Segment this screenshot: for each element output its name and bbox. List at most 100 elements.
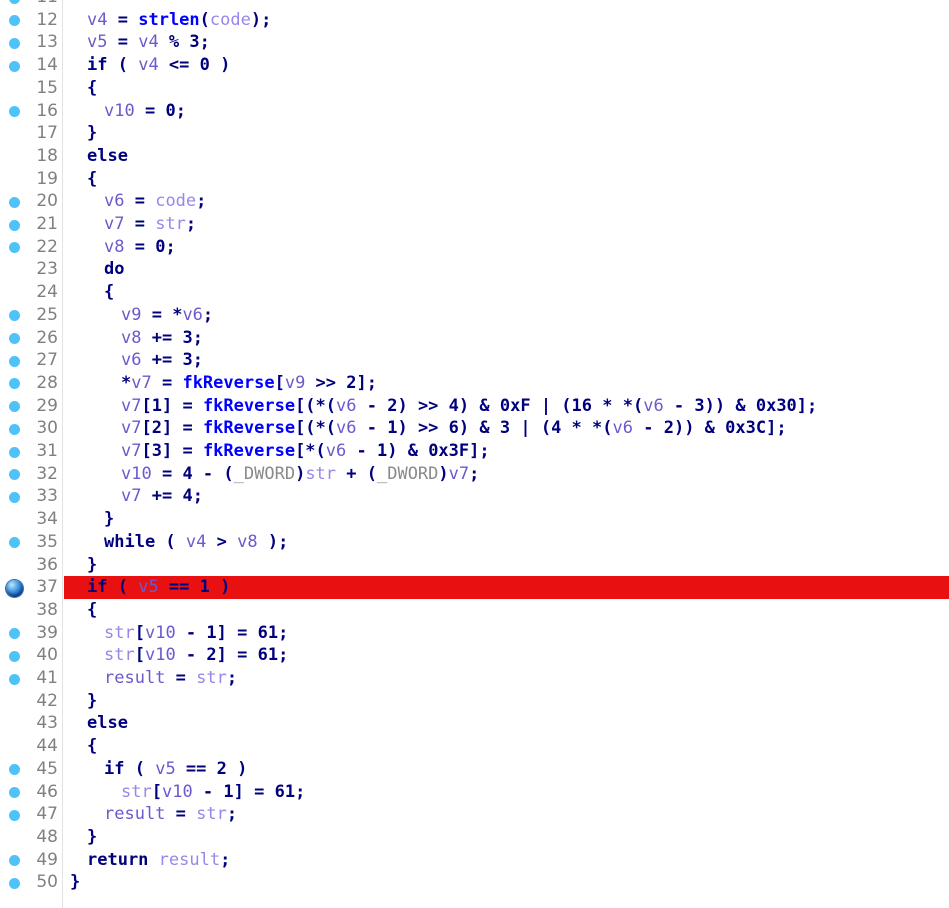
code-text[interactable]: else	[87, 712, 128, 735]
breakpoint-dot-icon[interactable]	[9, 537, 20, 549]
breakpoint-dot-icon[interactable]	[9, 219, 20, 231]
code-line[interactable]: 16 v10 = 0;	[0, 100, 949, 123]
breakpoint-dot-icon[interactable]	[9, 310, 20, 322]
breakpoint-dot-icon[interactable]	[9, 333, 20, 344]
breakpoint-dot-icon[interactable]	[9, 764, 20, 776]
code-text[interactable]: {	[87, 735, 97, 758]
code-line[interactable]: 48}	[0, 826, 949, 849]
code-text[interactable]: }	[87, 826, 97, 849]
code-text[interactable]: {	[87, 77, 97, 100]
code-text[interactable]: v6 += 3;	[121, 349, 203, 372]
code-line[interactable]: 41 result = str;	[0, 667, 949, 690]
code-text[interactable]: return result;	[87, 849, 230, 872]
code-line[interactable]: 34}	[0, 508, 949, 531]
code-text[interactable]: str[v10 - 2] = 61;	[104, 644, 288, 667]
breakpoint-dot-icon[interactable]	[9, 673, 20, 685]
breakpoint-dot-icon[interactable]	[9, 37, 20, 49]
pseudocode-code-view[interactable]: 1112v4 = strlen(code);13v5 = v4 % 3;14if…	[0, 0, 949, 908]
breakpoint-dot-icon[interactable]	[9, 0, 20, 4]
code-line[interactable]: 12 v4 = strlen(code);	[0, 9, 949, 32]
code-text[interactable]: }	[87, 122, 97, 145]
code-text[interactable]: v5 = v4 % 3;	[87, 31, 210, 54]
code-text[interactable]: }	[70, 871, 80, 894]
code-line[interactable]: 40 str[v10 - 2] = 61;	[0, 644, 949, 667]
breakpoint-dot-icon[interactable]	[9, 877, 20, 889]
code-text[interactable]: {	[104, 281, 114, 304]
code-line[interactable]: 37 if ( v5 == 1 )	[0, 576, 949, 599]
code-text[interactable]: v4 = strlen(code);	[87, 9, 271, 32]
breakpoint-dot-icon[interactable]	[9, 15, 20, 27]
code-text[interactable]: while ( v4 > v8 );	[104, 531, 288, 554]
code-line[interactable]: 11	[0, 0, 949, 9]
code-text[interactable]: else	[87, 145, 128, 168]
breakpoint-dot-icon[interactable]	[9, 809, 20, 821]
code-line[interactable]: 19 {	[0, 168, 949, 191]
code-text[interactable]: v6 = code;	[104, 190, 206, 213]
code-text[interactable]: v7 += 4;	[121, 485, 203, 508]
code-line[interactable]: 44 {	[0, 735, 949, 758]
breakpoint-dot-icon[interactable]	[9, 355, 20, 367]
code-line[interactable]: 50}	[0, 871, 949, 894]
code-text[interactable]: {	[87, 599, 97, 622]
code-line[interactable]: 18 else	[0, 145, 949, 168]
breakpoint-dot-icon[interactable]	[9, 787, 20, 798]
code-line[interactable]: 45 if ( v5 == 2 )	[0, 758, 949, 781]
breakpoint-dot-icon[interactable]	[9, 855, 20, 867]
code-text[interactable]: do	[104, 258, 124, 281]
code-text[interactable]: str[v10 - 1] = 61;	[121, 781, 305, 804]
breakpoint-dot-icon[interactable]	[9, 628, 20, 640]
code-text[interactable]: v7[1] = fkReverse[(*(v6 - 2) >> 4) & 0xF…	[121, 395, 817, 418]
code-line[interactable]: 22 v8 = 0;	[0, 236, 949, 259]
code-line[interactable]: 46 str[v10 - 1] = 61;	[0, 781, 949, 804]
code-text[interactable]: if ( v5 == 1 )	[87, 576, 230, 599]
code-text[interactable]: v9 = *v6;	[121, 304, 213, 327]
code-text[interactable]: v10 = 4 - (_DWORD)str + (_DWORD)v7;	[121, 463, 479, 486]
code-line[interactable]: 49 return result;	[0, 849, 949, 872]
code-line[interactable]: 13 v5 = v4 % 3;	[0, 31, 949, 54]
code-text[interactable]: v8 += 3;	[121, 327, 203, 350]
code-line[interactable]: 14 if ( v4 <= 0 )	[0, 54, 949, 77]
code-line[interactable]: 27 v6 += 3;	[0, 349, 949, 372]
breakpoint-dot-icon[interactable]	[9, 60, 20, 72]
code-text[interactable]: }	[87, 554, 97, 577]
current-instruction-pointer-icon[interactable]	[6, 580, 23, 598]
code-line[interactable]: 28 *v7 = fkReverse[v9 >> 2];	[0, 372, 949, 395]
code-line[interactable]: 20 v6 = code;	[0, 190, 949, 213]
breakpoint-dot-icon[interactable]	[9, 196, 20, 208]
code-text[interactable]: str[v10 - 1] = 61;	[104, 622, 288, 645]
code-text[interactable]: result = str;	[104, 667, 237, 690]
code-text[interactable]: v7[3] = fkReverse[*(v6 - 1) & 0x3F];	[121, 440, 490, 463]
code-text[interactable]: v10 = 0;	[104, 100, 186, 123]
code-line[interactable]: 30 v7[2] = fkReverse[(*(v6 - 1) >> 6) & 3…	[0, 417, 949, 440]
code-line[interactable]: 29 v7[1] = fkReverse[(*(v6 - 2) >> 4) & 0…	[0, 395, 949, 418]
breakpoint-dot-icon[interactable]	[9, 423, 20, 435]
breakpoint-dot-icon[interactable]	[9, 491, 20, 503]
code-line[interactable]: 39 str[v10 - 1] = 61;	[0, 622, 949, 645]
code-text[interactable]: result = str;	[104, 803, 237, 826]
code-text[interactable]: if ( v5 == 2 )	[104, 758, 247, 781]
code-text[interactable]: }	[87, 690, 97, 713]
code-line[interactable]: 24 {	[0, 281, 949, 304]
code-line[interactable]: 17}	[0, 122, 949, 145]
code-line[interactable]: 43 else	[0, 712, 949, 735]
breakpoint-dot-icon[interactable]	[9, 106, 20, 117]
code-text[interactable]: v8 = 0;	[104, 236, 176, 259]
breakpoint-dot-icon[interactable]	[9, 650, 20, 662]
code-line[interactable]: 21 v7 = str;	[0, 213, 949, 236]
code-line[interactable]: 38 {	[0, 599, 949, 622]
code-line[interactable]: 31 v7[3] = fkReverse[*(v6 - 1) & 0x3F];	[0, 440, 949, 463]
breakpoint-dot-icon[interactable]	[9, 446, 20, 458]
code-line[interactable]: 36}	[0, 554, 949, 577]
code-line[interactable]: 42}	[0, 690, 949, 713]
code-line[interactable]: 35 while ( v4 > v8 );	[0, 531, 949, 554]
code-text[interactable]: {	[87, 168, 97, 191]
breakpoint-dot-icon[interactable]	[9, 242, 20, 254]
code-text[interactable]: v7 = str;	[104, 213, 196, 236]
code-line[interactable]: 15 {	[0, 77, 949, 100]
code-text[interactable]: *v7 = fkReverse[v9 >> 2];	[121, 372, 377, 395]
code-text[interactable]: v7[2] = fkReverse[(*(v6 - 1) >> 6) & 3 |…	[121, 417, 787, 440]
breakpoint-dot-icon[interactable]	[9, 469, 20, 481]
code-line[interactable]: 47 result = str;	[0, 803, 949, 826]
breakpoint-dot-icon[interactable]	[9, 401, 20, 413]
code-line[interactable]: 23 do	[0, 258, 949, 281]
